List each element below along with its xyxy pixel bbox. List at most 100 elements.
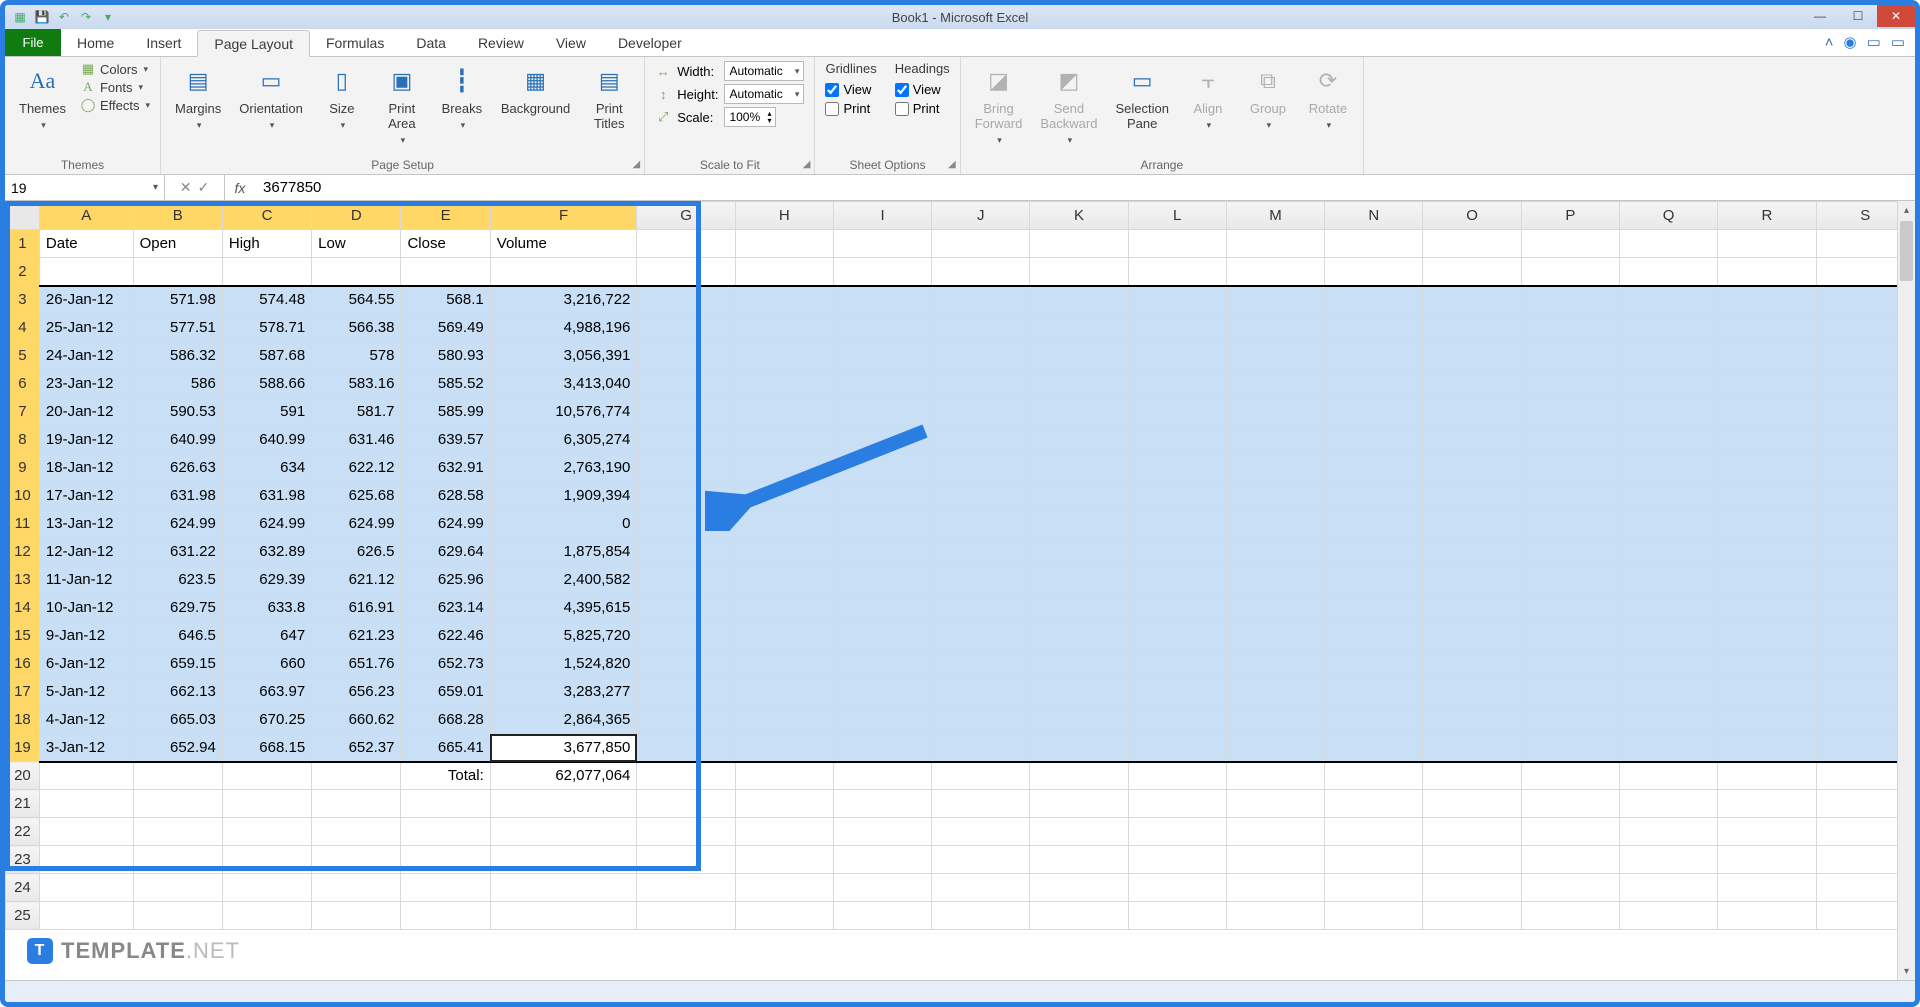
cell-D18[interactable]: 660.62: [312, 706, 401, 734]
cell-D5[interactable]: 578: [312, 342, 401, 370]
cell-J8[interactable]: [932, 426, 1030, 454]
cell-R20[interactable]: [1718, 762, 1816, 790]
cell-Q9[interactable]: [1619, 454, 1717, 482]
cell-Q23[interactable]: [1619, 846, 1717, 874]
cell-K10[interactable]: [1030, 482, 1128, 510]
cell-O3[interactable]: [1423, 286, 1521, 314]
cell-C17[interactable]: 663.97: [222, 678, 311, 706]
cell-D17[interactable]: 656.23: [312, 678, 401, 706]
cell-N14[interactable]: [1325, 594, 1423, 622]
cell-O13[interactable]: [1423, 566, 1521, 594]
cell-D20[interactable]: [312, 762, 401, 790]
cell-C13[interactable]: 629.39: [222, 566, 311, 594]
cell-N1[interactable]: [1325, 230, 1423, 258]
cell-E18[interactable]: 668.28: [401, 706, 490, 734]
cell-K23[interactable]: [1030, 846, 1128, 874]
cell-I7[interactable]: [833, 398, 931, 426]
cell-D21[interactable]: [312, 790, 401, 818]
cell-P12[interactable]: [1521, 538, 1619, 566]
cell-G16[interactable]: [637, 650, 735, 678]
cell-I19[interactable]: [833, 734, 931, 762]
cell-R19[interactable]: [1718, 734, 1816, 762]
cell-A1[interactable]: Date: [39, 230, 133, 258]
cell-C12[interactable]: 632.89: [222, 538, 311, 566]
row-header-7[interactable]: 7: [6, 398, 40, 426]
cell-A4[interactable]: 25-Jan-12: [39, 314, 133, 342]
cell-P19[interactable]: [1521, 734, 1619, 762]
tab-home[interactable]: Home: [61, 29, 130, 56]
cell-K11[interactable]: [1030, 510, 1128, 538]
cell-Q10[interactable]: [1619, 482, 1717, 510]
cell-E20[interactable]: Total:: [401, 762, 490, 790]
cell-F25[interactable]: [490, 902, 637, 930]
maximize-button[interactable]: ☐: [1839, 5, 1877, 27]
cell-B12[interactable]: 631.22: [133, 538, 222, 566]
cell-R13[interactable]: [1718, 566, 1816, 594]
col-header-D[interactable]: D: [312, 202, 401, 230]
cell-D14[interactable]: 616.91: [312, 594, 401, 622]
cell-B20[interactable]: [133, 762, 222, 790]
cell-D11[interactable]: 624.99: [312, 510, 401, 538]
vertical-scrollbar[interactable]: ▴ ▾: [1897, 201, 1915, 980]
cell-O12[interactable]: [1423, 538, 1521, 566]
margins-button[interactable]: ▤Margins▾: [171, 61, 225, 131]
cell-P9[interactable]: [1521, 454, 1619, 482]
cell-Q17[interactable]: [1619, 678, 1717, 706]
cell-H9[interactable]: [735, 454, 833, 482]
cell-E17[interactable]: 659.01: [401, 678, 490, 706]
row-header-19[interactable]: 19: [6, 734, 40, 762]
cell-B17[interactable]: 662.13: [133, 678, 222, 706]
cell-K25[interactable]: [1030, 902, 1128, 930]
cell-E1[interactable]: Close: [401, 230, 490, 258]
cell-E19[interactable]: 665.41: [401, 734, 490, 762]
cell-L8[interactable]: [1128, 426, 1226, 454]
help-icon[interactable]: ◉: [1844, 33, 1857, 51]
cell-H4[interactable]: [735, 314, 833, 342]
col-header-F[interactable]: F: [490, 202, 637, 230]
cell-E5[interactable]: 580.93: [401, 342, 490, 370]
cell-C16[interactable]: 660: [222, 650, 311, 678]
row-header-1[interactable]: 1: [6, 230, 40, 258]
cell-L17[interactable]: [1128, 678, 1226, 706]
cell-J22[interactable]: [932, 818, 1030, 846]
cell-J6[interactable]: [932, 370, 1030, 398]
cell-E25[interactable]: [401, 902, 490, 930]
cell-L1[interactable]: [1128, 230, 1226, 258]
col-header-O[interactable]: O: [1423, 202, 1521, 230]
cell-H2[interactable]: [735, 258, 833, 286]
print-titles-button[interactable]: ▤Print Titles: [584, 61, 634, 131]
cell-N19[interactable]: [1325, 734, 1423, 762]
cell-I4[interactable]: [833, 314, 931, 342]
cell-B19[interactable]: 652.94: [133, 734, 222, 762]
cell-P6[interactable]: [1521, 370, 1619, 398]
tab-view[interactable]: View: [540, 29, 602, 56]
cell-H5[interactable]: [735, 342, 833, 370]
cell-B1[interactable]: Open: [133, 230, 222, 258]
cell-K5[interactable]: [1030, 342, 1128, 370]
cell-R11[interactable]: [1718, 510, 1816, 538]
cell-P7[interactable]: [1521, 398, 1619, 426]
cell-L25[interactable]: [1128, 902, 1226, 930]
cell-E8[interactable]: 639.57: [401, 426, 490, 454]
cell-Q6[interactable]: [1619, 370, 1717, 398]
cell-D7[interactable]: 581.7: [312, 398, 401, 426]
cell-N12[interactable]: [1325, 538, 1423, 566]
cell-C21[interactable]: [222, 790, 311, 818]
cell-I22[interactable]: [833, 818, 931, 846]
enter-formula-icon[interactable]: ✓: [198, 179, 210, 196]
cell-L21[interactable]: [1128, 790, 1226, 818]
cell-A25[interactable]: [39, 902, 133, 930]
cell-K2[interactable]: [1030, 258, 1128, 286]
cell-E24[interactable]: [401, 874, 490, 902]
cell-P22[interactable]: [1521, 818, 1619, 846]
cell-M3[interactable]: [1226, 286, 1324, 314]
cell-R9[interactable]: [1718, 454, 1816, 482]
row-header-6[interactable]: 6: [6, 370, 40, 398]
cell-F7[interactable]: 10,576,774: [490, 398, 637, 426]
cell-A9[interactable]: 18-Jan-12: [39, 454, 133, 482]
cell-O19[interactable]: [1423, 734, 1521, 762]
cell-K7[interactable]: [1030, 398, 1128, 426]
cell-B14[interactable]: 629.75: [133, 594, 222, 622]
cell-O15[interactable]: [1423, 622, 1521, 650]
cell-G23[interactable]: [637, 846, 735, 874]
